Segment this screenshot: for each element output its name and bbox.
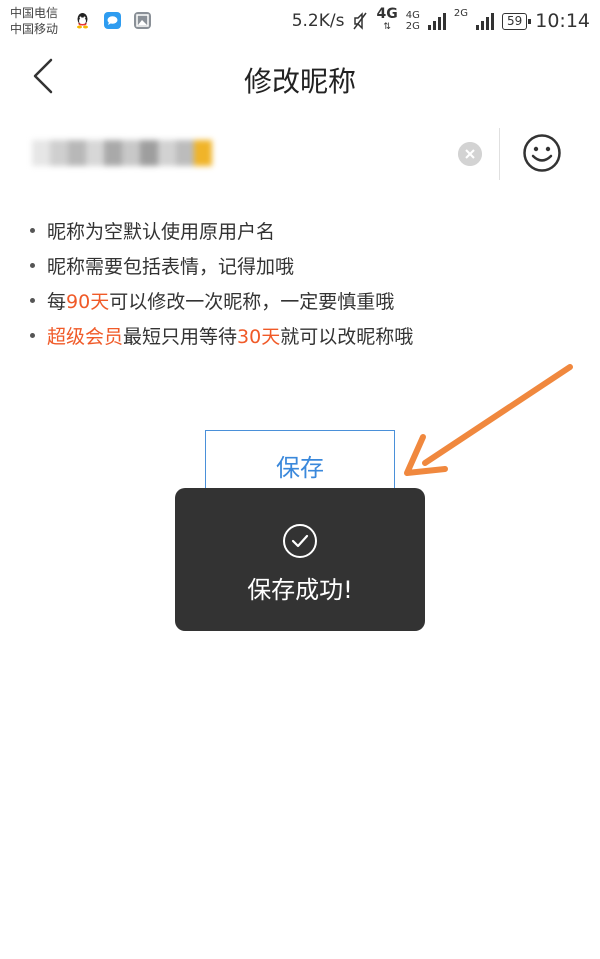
carrier-1: 中国电信	[10, 6, 59, 20]
tips-list: 昵称为空默认使用原用户名 昵称需要包括表情，记得加哦 每90天可以修改一次昵称，…	[30, 215, 413, 355]
network-2g: 2G	[453, 8, 468, 19]
gallery-app-icon	[134, 12, 151, 29]
signal-bars-2	[475, 12, 494, 30]
success-toast: 保存成功!	[175, 488, 425, 631]
tip-item: 昵称为空默认使用原用户名	[30, 215, 413, 250]
highlight-days: 30天	[237, 326, 281, 348]
tip-item: 每90天可以修改一次昵称，一定要慎重哦	[30, 285, 413, 320]
network-4g: 4G ⇅	[376, 6, 398, 32]
tip-item: 超级会员最短只用等待30天就可以改昵称哦	[30, 320, 413, 355]
nickname-input[interactable]	[28, 132, 448, 172]
clear-icon[interactable]	[458, 142, 482, 166]
network-dual: 4G 2G	[405, 10, 420, 32]
tip-item: 昵称需要包括表情，记得加哦	[30, 250, 413, 285]
divider	[499, 128, 500, 180]
header-bar: 修改昵称	[0, 40, 600, 115]
check-circle-icon	[283, 524, 317, 558]
signal-bars-1	[427, 12, 446, 30]
nickname-input-row	[0, 120, 600, 185]
page-title: 修改昵称	[243, 65, 356, 98]
net-speed: 5.2K/s	[291, 11, 345, 31]
mute-icon	[353, 12, 368, 30]
qq-icon	[77, 13, 88, 29]
annotation-arrow-icon	[404, 364, 573, 476]
clock: 10:14	[535, 10, 590, 32]
message-app-icon	[104, 12, 121, 29]
status-bar: 中国电信 中国移动 5.2K/s 4G ⇅ 4G 2G 2G 59 10:14	[0, 0, 600, 40]
smiley-icon[interactable]	[522, 133, 562, 173]
super-member-link[interactable]: 超级会员	[47, 326, 123, 348]
highlight-days: 90天	[66, 291, 110, 313]
status-right: 5.2K/s 4G ⇅ 4G 2G 2G 59 10:14	[291, 6, 590, 34]
battery-indicator: 59	[501, 12, 532, 30]
toast-message: 保存成功!	[247, 576, 353, 604]
carrier-2: 中国移动	[10, 22, 59, 36]
carrier-info: 中国电信 中国移动	[10, 5, 58, 37]
